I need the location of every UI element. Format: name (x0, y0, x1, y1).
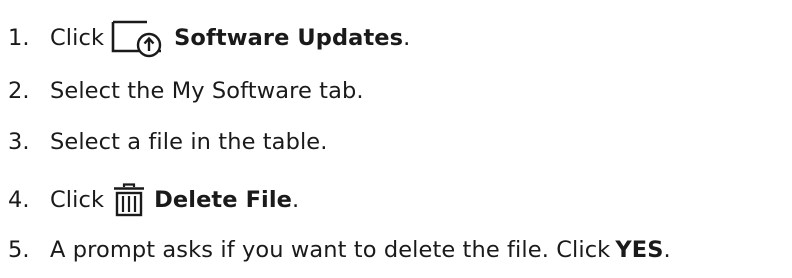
step-text: Select the My Software tab. (50, 78, 364, 104)
step-suffix: . (292, 187, 300, 213)
step-text: A prompt asks if you want to delete the … (50, 237, 611, 263)
trash-icon (111, 182, 147, 218)
step-2: 2. Select the My Software tab. (8, 71, 364, 111)
step-number: 4. (8, 187, 30, 213)
step-number: 3. (8, 129, 30, 155)
step-bold-label: Software Updates (174, 25, 404, 51)
step-text: Click (50, 25, 105, 51)
step-text: Click (50, 187, 105, 213)
step-bold-label: YES (615, 237, 664, 263)
step-number: 5. (8, 237, 30, 263)
step-bold-label: Delete File (154, 187, 293, 213)
step-suffix: . (403, 25, 411, 51)
software-updates-icon (109, 18, 167, 58)
step-number: 2. (8, 78, 30, 104)
step-suffix: . (663, 237, 671, 263)
instruction-steps: 1. Click Software Updates . 2. Select th… (0, 0, 792, 278)
step-5: 5. A prompt asks if you want to delete t… (8, 230, 671, 270)
step-4: 4. Click Delete File . (8, 180, 299, 220)
step-text: Select a file in the table. (50, 129, 328, 155)
step-3: 3. Select a file in the table. (8, 122, 328, 162)
step-1: 1. Click Software Updates . (8, 18, 410, 58)
step-number: 1. (8, 25, 30, 51)
